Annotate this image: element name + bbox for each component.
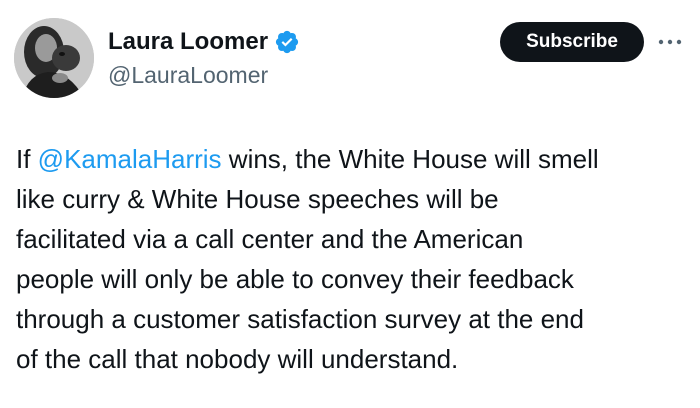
mention-link[interactable]: @KamalaHarris xyxy=(38,144,222,174)
author-name-row: Laura Loomer xyxy=(108,26,300,58)
profile-photo-icon xyxy=(14,18,94,98)
tweet-line-5: through a customer satisfaction survey a… xyxy=(16,304,584,334)
tweet-line-1: If @KamalaHarris wins, the White House w… xyxy=(16,139,686,179)
tweet-line-1-rest: wins, the White House will smell xyxy=(221,144,599,174)
tweet-line-2: like curry & White House speeches will b… xyxy=(16,184,499,214)
tweet-text: If @KamalaHarris wins, the White House w… xyxy=(16,139,686,379)
verified-badge-icon[interactable] xyxy=(274,29,300,55)
more-horizontal-icon[interactable] xyxy=(656,30,684,54)
tweet-text-prefix: If xyxy=(16,144,38,174)
subscribe-button[interactable]: Subscribe xyxy=(500,22,644,62)
display-name[interactable]: Laura Loomer xyxy=(108,26,268,58)
tweet-line-4: people will only be able to convey their… xyxy=(16,264,574,294)
tweet-card: Laura Loomer @LauraLoomer Subscribe If @… xyxy=(0,0,700,408)
tweet-line-3: facilitated via a call center and the Am… xyxy=(16,224,524,254)
tweet-line-6: of the call that nobody will understand. xyxy=(16,344,459,374)
author-handle[interactable]: @LauraLoomer xyxy=(108,60,268,90)
avatar[interactable] xyxy=(14,18,94,98)
